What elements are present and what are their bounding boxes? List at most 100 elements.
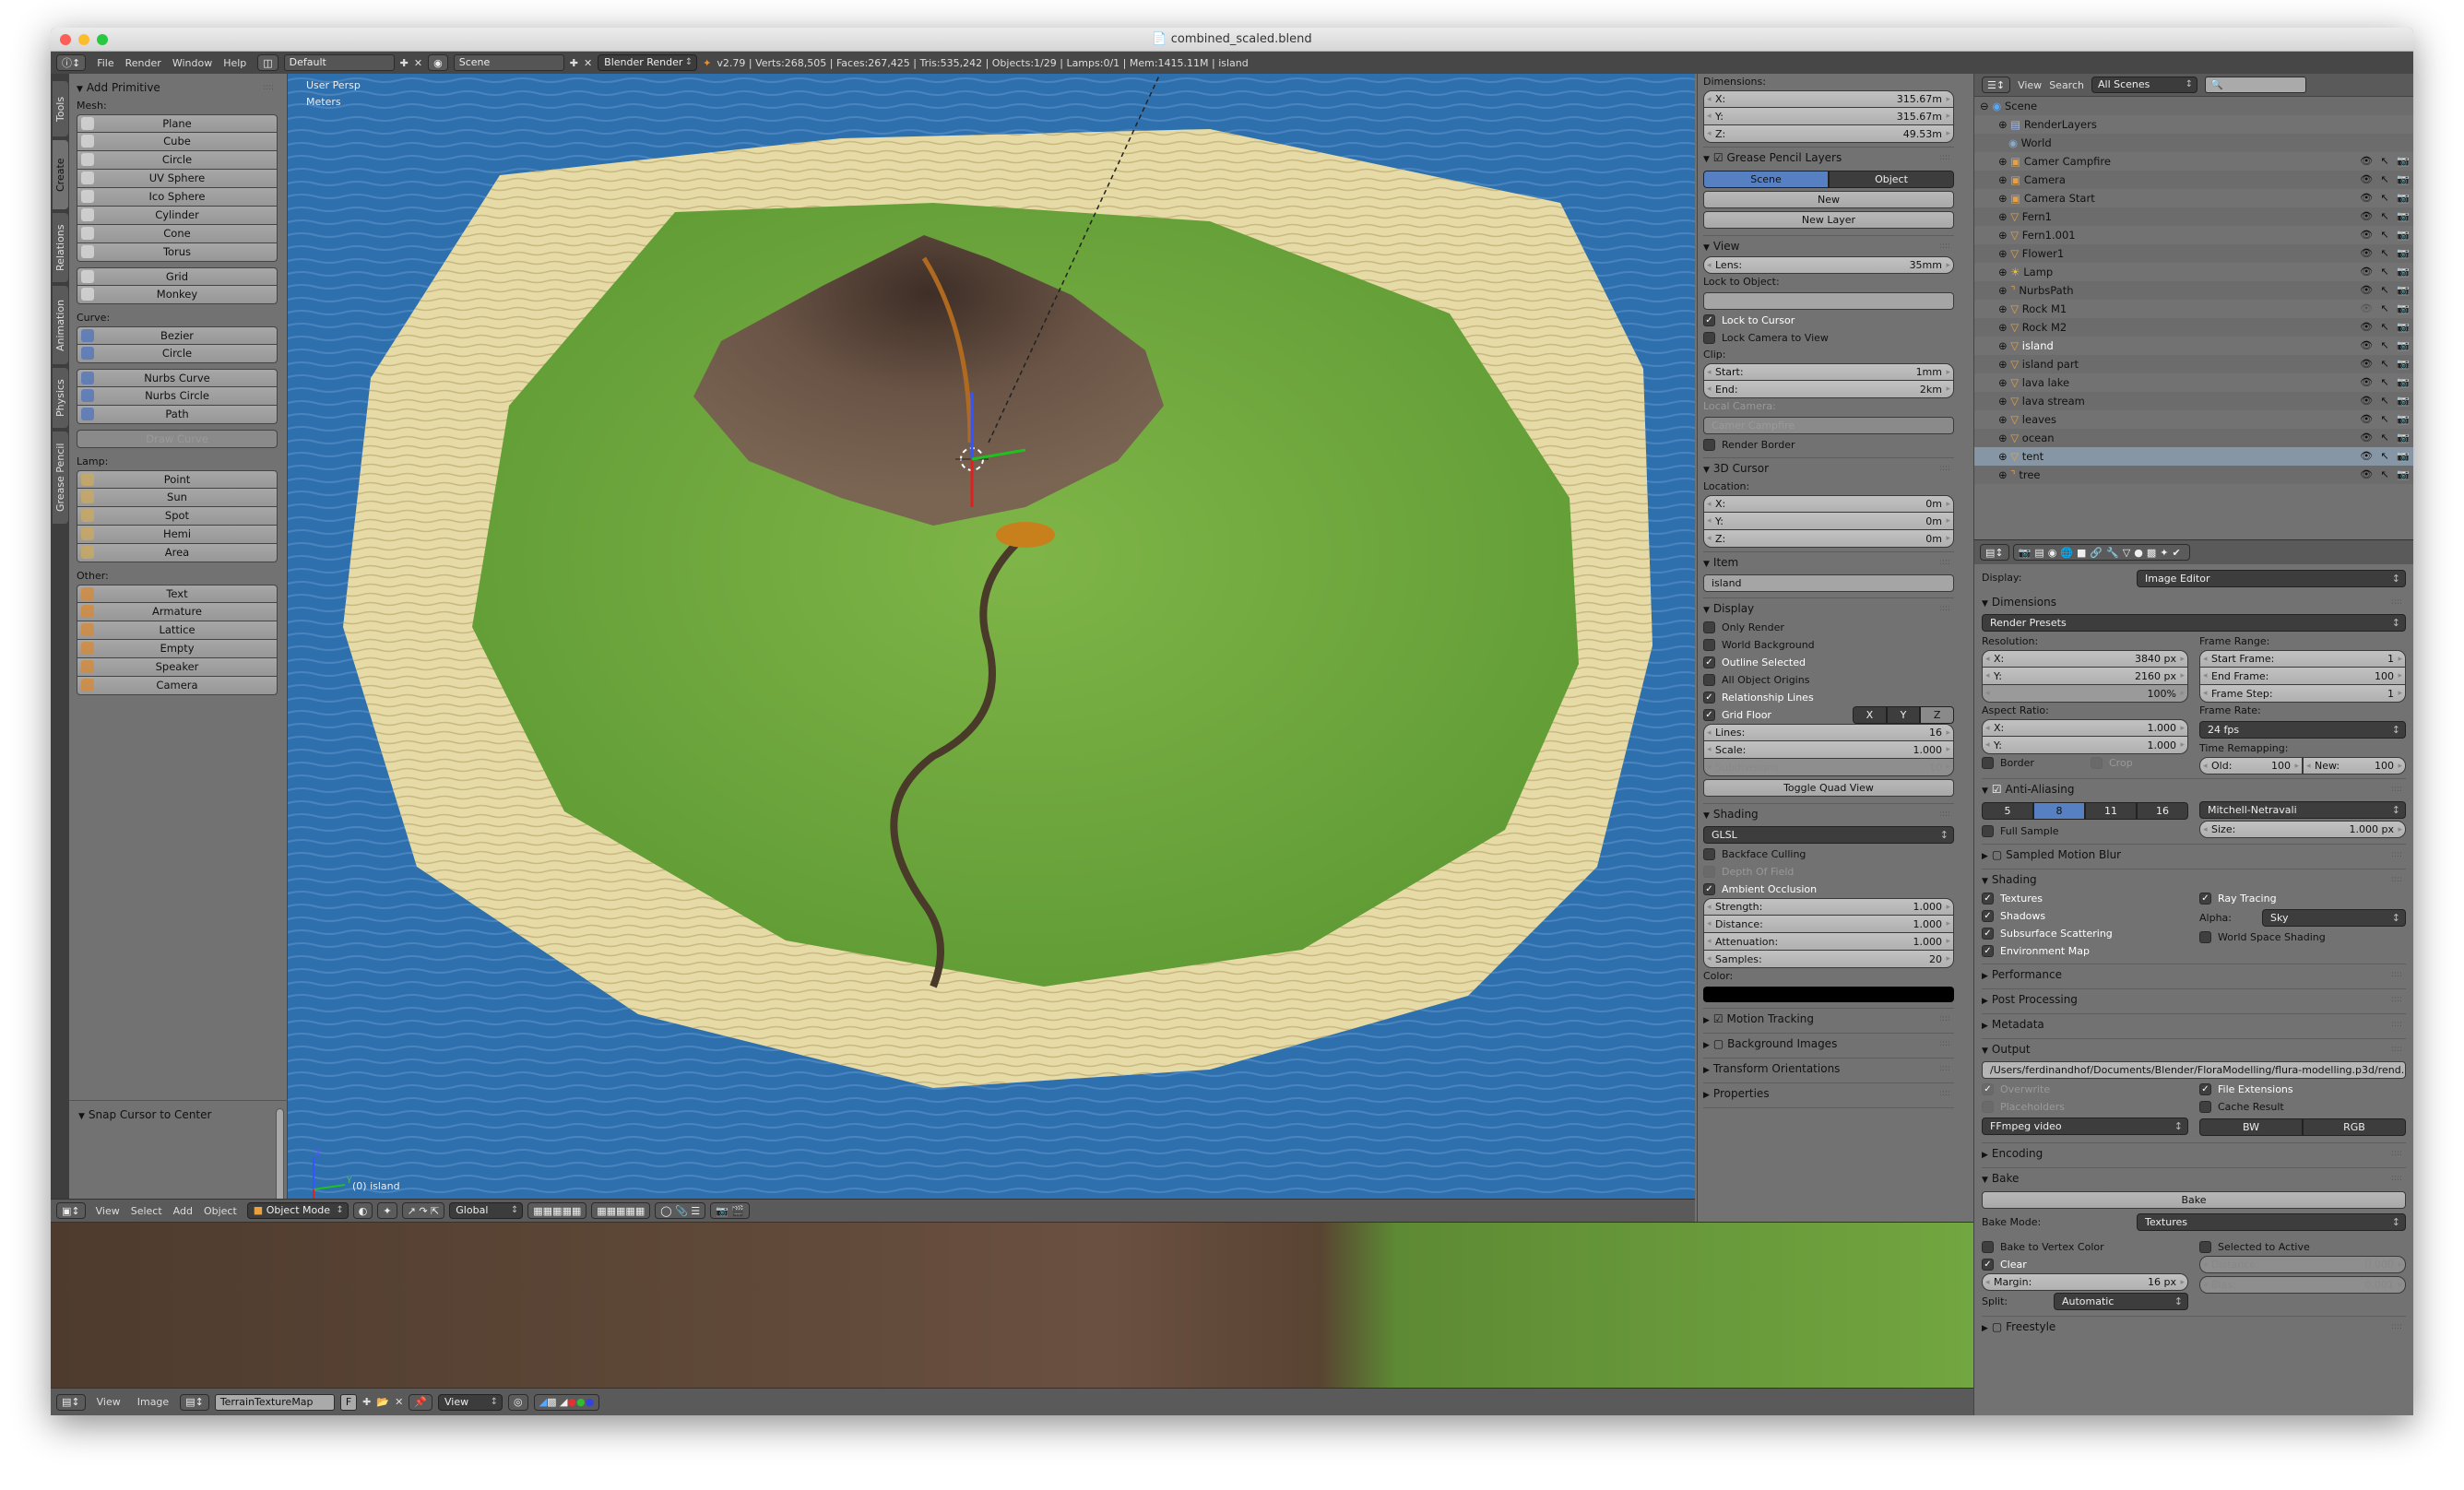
add-lattice-button[interactable]: Lattice: [77, 621, 278, 640]
grease-pencil-layers-header[interactable]: ▼ ☑ Grease Pencil Layers::::: [1703, 148, 1954, 168]
renderable-camera-icon[interactable]: 📷: [2397, 300, 2410, 318]
lines-field[interactable]: Lines: 16: [1703, 724, 1954, 741]
aspect-y-field[interactable]: Y:1.000: [1982, 737, 2188, 754]
end-field[interactable]: End: 2km: [1703, 381, 1954, 398]
expand-icon[interactable]: ⊕: [1998, 358, 2010, 371]
expand-icon[interactable]: ⊕: [1998, 155, 2010, 168]
outliner-item[interactable]: ⊕ ▽ Fern1 👁 ↖ 📷: [1974, 207, 2413, 226]
renderable-camera-icon[interactable]: 📷: [2397, 373, 2410, 392]
3d-viewport[interactable]: User Persp Meters Z Y (0) island: [288, 74, 1695, 1199]
drag-grip-icon[interactable]: ::::: [1939, 236, 1950, 256]
object-name-field[interactable]: island: [1703, 574, 1954, 592]
expand-icon[interactable]: ⊕: [1998, 302, 2010, 315]
visibility-eye-icon[interactable]: 👁: [2360, 337, 2373, 355]
add-bezier-button[interactable]: Bezier: [77, 326, 278, 345]
pivot-icon[interactable]: ◎: [507, 1393, 528, 1411]
add-spot-button[interactable]: Spot: [77, 507, 278, 526]
selectable-arrow-icon[interactable]: ↖: [2381, 171, 2389, 189]
renderable-camera-icon[interactable]: 📷: [2397, 207, 2410, 226]
new-button[interactable]: New: [1703, 191, 1954, 208]
renderable-camera-icon[interactable]: 📷: [2397, 171, 2410, 189]
add-scene-icon[interactable]: ✚: [570, 57, 578, 69]
add-layout-icon[interactable]: ✚: [400, 57, 409, 69]
outliner-scene-row[interactable]: ⊖ ◉ Scene: [1974, 97, 2413, 115]
outliner-item[interactable]: ⊕ ▣ Camer Campfire 👁 ↖ 📷: [1974, 152, 2413, 171]
editor-type-3d-icon[interactable]: ▣↕: [56, 1202, 86, 1219]
zoom-button[interactable]: [97, 34, 108, 45]
outliner-item[interactable]: ⊕ ▽ leaves 👁 ↖ 📷: [1974, 410, 2413, 429]
shading-mode-select[interactable]: GLSL: [1703, 826, 1954, 844]
ray-tracing-checkbox[interactable]: ✓ Ray Tracing: [2199, 890, 2406, 907]
renderable-camera-icon[interactable]: 📷: [2397, 392, 2410, 410]
grease-pencil-layers-checkbox[interactable]: ☑: [1713, 151, 1727, 164]
add-grid-button[interactable]: Grid: [77, 267, 278, 286]
remap-new-field[interactable]: New:100: [2303, 757, 2406, 775]
render-engine-select[interactable]: Blender Render: [598, 54, 698, 71]
outliner-item[interactable]: ◉ World: [1974, 134, 2413, 152]
expand-icon[interactable]: ⊕: [1998, 284, 2010, 297]
drag-grip-icon[interactable]: ::::: [2391, 1014, 2402, 1035]
z-field[interactable]: Z: 49.53m: [1703, 125, 1954, 143]
aa-size-field[interactable]: Size:1.000 px: [2199, 821, 2406, 838]
expand-icon[interactable]: ⊕: [1998, 395, 2010, 408]
context-tabs[interactable]: 📷▤◉🌐■🔗🔧▽●▩✦✔: [2012, 544, 2190, 561]
drag-grip-icon[interactable]: ::::: [1939, 598, 1950, 619]
bake-button[interactable]: Bake: [1982, 1191, 2406, 1209]
renderable-camera-icon[interactable]: 📷: [2397, 355, 2410, 373]
bake-vertex-color-checkbox[interactable]: Bake to Vertex Color: [1982, 1238, 2188, 1256]
only-render-checkbox[interactable]: Only Render: [1703, 619, 1954, 636]
ambient-occlusion-checkbox[interactable]: ✓ Ambient Occlusion: [1703, 881, 1954, 898]
outliner-search-input[interactable]: 🔍: [2204, 77, 2306, 93]
expand-icon[interactable]: ⊕: [1998, 432, 2010, 444]
frame-step-field[interactable]: Frame Step:1: [2199, 685, 2406, 703]
axis-z-toggle[interactable]: Z: [1920, 706, 1955, 724]
add-plane-button[interactable]: Plane: [77, 114, 278, 133]
expand-icon[interactable]: ⊕: [1998, 173, 2010, 186]
shading-header[interactable]: ▼ Shading::::: [1703, 804, 1954, 824]
visibility-eye-icon[interactable]: 👁: [2360, 447, 2373, 466]
visibility-eye-icon[interactable]: 👁: [2360, 263, 2373, 281]
start-frame-field[interactable]: Start Frame:1: [2199, 650, 2406, 668]
add-point-button[interactable]: Point: [77, 470, 278, 489]
drag-grip-icon[interactable]: ::::: [1939, 804, 1950, 824]
performance-header[interactable]: ▶ Performance::::: [1982, 964, 2406, 985]
channel-display-icons[interactable]: ◢ ▩ ◢ ● ● ●: [533, 1393, 600, 1411]
aa-samples-5[interactable]: 5: [1982, 802, 2033, 820]
renderable-camera-icon[interactable]: 📷: [2397, 281, 2410, 300]
world-background-checkbox[interactable]: World Background: [1703, 636, 1954, 654]
selectable-arrow-icon[interactable]: ↖: [2381, 466, 2389, 484]
backface-culling-checkbox[interactable]: Backface Culling: [1703, 846, 1954, 863]
tab-relations[interactable]: Relations: [53, 213, 68, 282]
fake-user-button[interactable]: F: [339, 1393, 358, 1411]
new-layer-button[interactable]: New Layer: [1703, 211, 1954, 229]
color-mode-rgb[interactable]: RGB: [2303, 1118, 2406, 1136]
file-format-select[interactable]: FFmpeg video: [1982, 1118, 2188, 1135]
visibility-eye-icon[interactable]: 👁: [2360, 189, 2373, 207]
motion-tracking-checkbox[interactable]: ☑: [1713, 1012, 1727, 1025]
samples-field[interactable]: Samples: 20: [1703, 951, 1954, 968]
pin-icon[interactable]: 📌: [409, 1393, 432, 1411]
viewport-menu-object[interactable]: Object: [198, 1205, 243, 1217]
color-mode-bw[interactable]: BW: [2199, 1118, 2303, 1136]
overwrite-checkbox[interactable]: ✓ Overwrite: [1982, 1081, 2188, 1098]
scene-icon[interactable]: ◉: [428, 54, 448, 71]
renderable-camera-icon[interactable]: 📷: [2397, 263, 2410, 281]
remove-layout-icon[interactable]: ✕: [414, 57, 422, 69]
expand-icon[interactable]: ⊕: [1998, 468, 2010, 481]
outliner-item[interactable]: ⊕ ▤ RenderLayers: [1974, 115, 2413, 134]
snap-cursor-panel-header[interactable]: ▼ Snap Cursor to Center: [78, 1105, 278, 1125]
image-menu-image[interactable]: Image: [132, 1396, 174, 1408]
shading-header[interactable]: ▼ Shading::::: [1982, 869, 2406, 890]
add-speaker-button[interactable]: Speaker: [77, 658, 278, 677]
outline-selected-checkbox[interactable]: ✓ Outline Selected: [1703, 654, 1954, 671]
image-browse-icon[interactable]: ▤↕: [180, 1393, 209, 1411]
expand-icon[interactable]: ⊕: [1998, 192, 2010, 205]
crop-checkbox[interactable]: Crop: [2091, 754, 2188, 772]
viewport-shading-icon[interactable]: ◐: [352, 1202, 373, 1219]
ao-color-swatch[interactable]: [1703, 987, 1954, 1002]
expand-icon[interactable]: ⊕: [1998, 450, 2010, 463]
visibility-eye-icon[interactable]: 👁: [2360, 281, 2373, 300]
full-sample-checkbox[interactable]: Full Sample: [1982, 822, 2188, 840]
renderable-camera-icon[interactable]: 📷: [2397, 337, 2410, 355]
visibility-eye-icon[interactable]: 👁: [2360, 466, 2373, 484]
